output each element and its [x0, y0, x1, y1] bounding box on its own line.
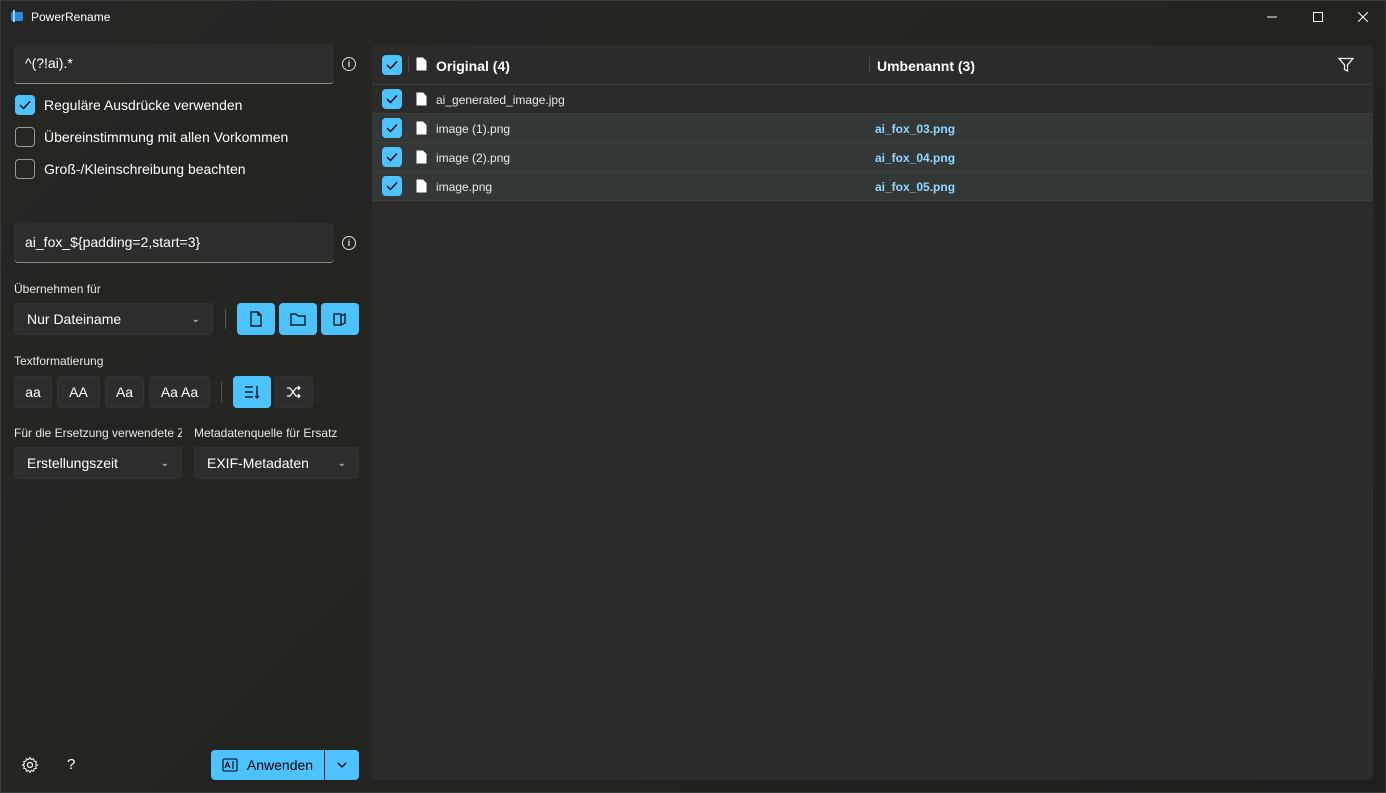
- chevron-down-icon: ⌄: [191, 313, 200, 325]
- checkmark-icon: [386, 153, 398, 162]
- file-icon: [416, 92, 427, 106]
- row-checkbox[interactable]: [382, 176, 402, 196]
- case-sensitive-label: Groß-/Kleinschreibung beachten: [44, 161, 246, 177]
- regex-option[interactable]: Reguläre Ausdrücke verwenden: [15, 95, 242, 115]
- list-item[interactable]: ai_generated_image.jpg: [372, 85, 1373, 114]
- row-checkbox[interactable]: [382, 118, 402, 138]
- metadata-source-value: EXIF-Metadaten: [207, 455, 309, 471]
- apply-button[interactable]: Anwenden: [211, 750, 324, 780]
- folder-icon: [290, 313, 306, 326]
- apply-to-dropdown[interactable]: Nur Dateiname ⌄: [14, 303, 213, 335]
- close-icon: [1358, 12, 1368, 22]
- replace-input[interactable]: ai_fox_${padding=2,start=3}: [14, 223, 334, 263]
- maximize-button[interactable]: [1295, 1, 1341, 33]
- checkmark-icon: [19, 101, 31, 110]
- lowercase-button[interactable]: aa: [14, 376, 52, 408]
- chevron-down-icon: ⌄: [160, 457, 169, 469]
- filter-button[interactable]: [1337, 57, 1355, 78]
- apply-to-label: Übernehmen für: [14, 282, 101, 296]
- checkmark-icon: [386, 124, 398, 133]
- uppercase-button[interactable]: AA: [57, 376, 100, 408]
- original-filename: image.png: [436, 180, 493, 194]
- include-folders-button[interactable]: [279, 303, 317, 335]
- column-separator: [408, 57, 409, 73]
- list-item[interactable]: image.png ai_fox_05.png: [372, 172, 1373, 201]
- row-checkbox[interactable]: [382, 147, 402, 167]
- file-icon: [416, 57, 427, 71]
- match-all-label: Übereinstimmung mit allen Vorkommen: [44, 129, 289, 145]
- window-title: PowerRename: [31, 10, 111, 24]
- include-files-button[interactable]: [237, 303, 275, 335]
- help-button[interactable]: ?: [67, 756, 75, 773]
- select-all-checkbox[interactable]: [382, 55, 402, 75]
- apply-to-value: Nur Dateiname: [27, 311, 122, 327]
- numbered-list-icon: [245, 386, 260, 399]
- original-column-header[interactable]: Original (4): [436, 58, 510, 74]
- search-input[interactable]: ^(?!ai).*: [14, 44, 334, 84]
- file-icon: [416, 150, 427, 164]
- time-source-label: Für die Ersetzung verwendete Z: [14, 426, 182, 440]
- enumerate-button[interactable]: [233, 376, 271, 408]
- chevron-down-icon: [337, 762, 347, 768]
- list-item[interactable]: image (1).png ai_fox_03.png: [372, 114, 1373, 143]
- list-header: Original (4) Umbenannt (3): [372, 45, 1373, 85]
- chevron-down-icon: ⌄: [337, 457, 346, 469]
- case-sensitive-checkbox[interactable]: [15, 159, 35, 179]
- replace-info-icon[interactable]: i: [342, 236, 356, 250]
- checkmark-icon: [386, 95, 398, 104]
- original-filename: image (1).png: [436, 122, 511, 136]
- time-source-dropdown[interactable]: Erstellungszeit ⌄: [14, 447, 182, 479]
- subfolder-icon: [333, 313, 346, 326]
- checkmark-icon: [386, 61, 398, 70]
- metadata-source-label: Metadatenquelle für Ersatz: [194, 426, 338, 440]
- file-icon: [416, 179, 427, 193]
- text-format-label: Textformatierung: [14, 354, 104, 368]
- regex-label: Reguläre Ausdrücke verwenden: [44, 97, 243, 113]
- file-list-panel: Original (4) Umbenannt (3) ai_generated_…: [372, 45, 1373, 780]
- minimize-button[interactable]: [1249, 1, 1295, 33]
- apply-options-button[interactable]: [325, 750, 359, 780]
- file-icon: [250, 311, 262, 327]
- include-subfolders-button[interactable]: [321, 303, 359, 335]
- case-sensitive-option[interactable]: Groß-/Kleinschreibung beachten: [15, 159, 246, 179]
- match-all-checkbox[interactable]: [15, 127, 35, 147]
- close-button[interactable]: [1340, 1, 1386, 33]
- title-bar: PowerRename: [1, 1, 1385, 33]
- randomize-button[interactable]: [275, 376, 313, 408]
- time-source-value: Erstellungszeit: [27, 455, 119, 471]
- renamed-filename: ai_fox_05.png: [875, 180, 956, 194]
- search-info-icon[interactable]: i: [342, 57, 356, 71]
- minimize-icon: [1267, 16, 1277, 18]
- divider: [225, 309, 226, 329]
- row-checkbox[interactable]: [382, 89, 402, 109]
- checkmark-icon: [386, 182, 398, 191]
- renamed-column-header[interactable]: Umbenannt (3): [877, 58, 975, 74]
- metadata-source-dropdown[interactable]: EXIF-Metadaten ⌄: [194, 447, 359, 479]
- capitalize-words-button[interactable]: Aa Aa: [149, 376, 210, 408]
- renamed-filename: ai_fox_03.png: [875, 122, 956, 136]
- settings-button[interactable]: [21, 756, 39, 774]
- shuffle-icon: [287, 386, 301, 398]
- maximize-icon: [1313, 12, 1323, 22]
- original-filename: ai_generated_image.jpg: [436, 93, 565, 107]
- titlecase-button[interactable]: Aa: [105, 376, 144, 408]
- gear-icon: [21, 756, 39, 774]
- regex-checkbox[interactable]: [15, 95, 35, 115]
- apply-label: Anwenden: [246, 757, 314, 773]
- powerrename-app-icon: [11, 10, 23, 22]
- renamed-filename: ai_fox_04.png: [875, 151, 956, 165]
- powerrename-window: PowerRename ^(?!ai).* i Reguläre Ausdrüc…: [0, 0, 1386, 793]
- divider: [221, 382, 222, 402]
- original-filename: image (2).png: [436, 151, 511, 165]
- file-icon: [416, 121, 427, 135]
- match-all-option[interactable]: Übereinstimmung mit allen Vorkommen: [15, 127, 288, 147]
- rename-icon: [222, 758, 238, 772]
- list-item[interactable]: image (2).png ai_fox_04.png: [372, 143, 1373, 172]
- filter-icon: [1337, 57, 1355, 72]
- column-separator: [869, 57, 870, 73]
